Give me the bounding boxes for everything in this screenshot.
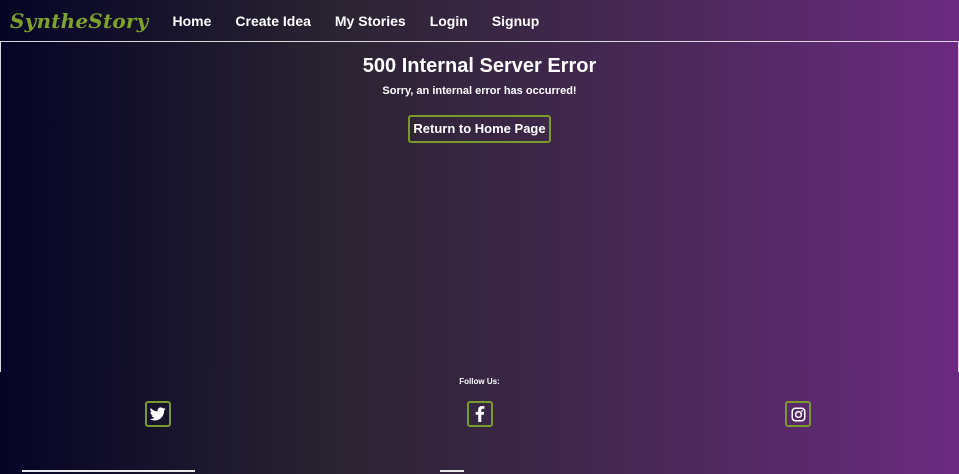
nav-link-login[interactable]: Login: [430, 13, 468, 29]
horizontal-scrollbar[interactable]: [22, 470, 195, 472]
nav-link-create-idea[interactable]: Create Idea: [235, 13, 310, 29]
nav-link-my-stories[interactable]: My Stories: [335, 13, 406, 29]
footer: Follow Us:: [0, 372, 959, 474]
error-message: Sorry, an internal error has occurred!: [382, 85, 577, 97]
facebook-icon: [475, 406, 485, 422]
twitter-link[interactable]: [145, 401, 171, 427]
nav-link-home[interactable]: Home: [173, 13, 212, 29]
scrollbar-thumb[interactable]: [440, 470, 464, 472]
facebook-link[interactable]: [467, 401, 493, 427]
error-title: 500 Internal Server Error: [362, 55, 597, 77]
follow-us-label: Follow Us:: [459, 377, 500, 386]
instagram-icon: [791, 407, 805, 421]
top-navbar: SyntheStory Home Create Idea My Stories …: [0, 0, 959, 42]
instagram-link[interactable]: [785, 401, 811, 427]
nav-link-signup[interactable]: Signup: [492, 13, 539, 29]
main-content: 500 Internal Server Error Sorry, an inte…: [0, 42, 959, 372]
twitter-icon: [150, 407, 166, 421]
brand-logo[interactable]: SyntheStory: [10, 9, 149, 33]
return-home-button[interactable]: Return to Home Page: [408, 115, 551, 143]
